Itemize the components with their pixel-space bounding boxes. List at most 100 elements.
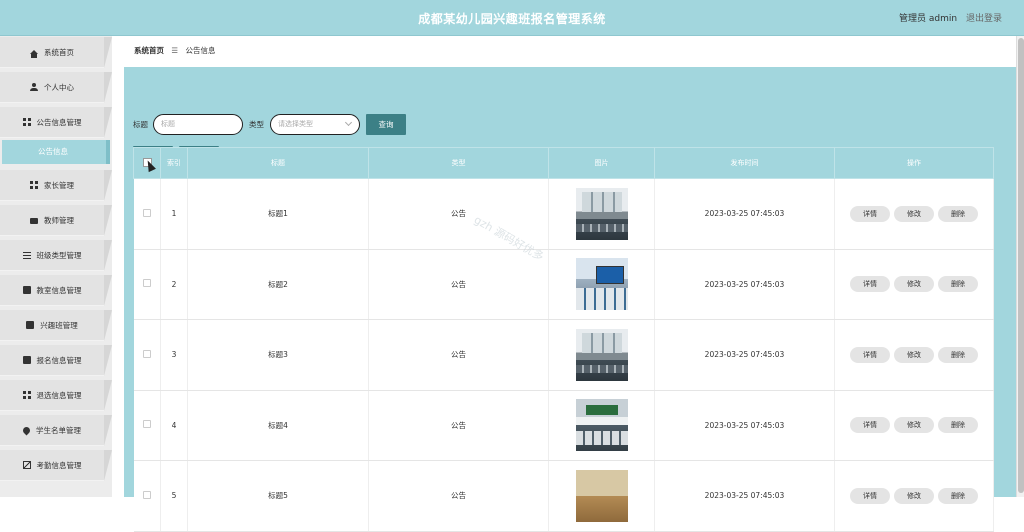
delete-button[interactable]: 删除 [938, 205, 978, 222]
row-checkbox[interactable] [142, 420, 151, 429]
home-icon [30, 50, 38, 58]
row-checkbox[interactable] [142, 279, 151, 288]
row-checkbox[interactable] [142, 208, 151, 217]
row-time: 2023-03-25 07:45:03 [654, 178, 835, 250]
sidebar-item-class-types[interactable]: 班级类型管理 [0, 240, 112, 271]
clipboard-icon [22, 286, 31, 294]
grid-icon [22, 118, 31, 126]
row-type: 公告 [368, 319, 549, 391]
sidebar-item-label: 报名信息管理 [36, 355, 82, 365]
table-row: 5 标题5 公告 2023-03-25 07:45:03 详情 修改 删除 [133, 460, 994, 532]
detail-button[interactable]: 详情 [850, 205, 890, 222]
column-header[interactable]: 发布时间 [654, 147, 835, 179]
row-time: 2023-03-25 07:45:03 [654, 390, 835, 461]
delete-button[interactable]: 删除 [938, 487, 978, 504]
row-index: 3 [160, 319, 188, 391]
title-filter-label: 标题 [133, 120, 148, 129]
sidebar-item-notice-management[interactable]: 公告信息管理 [0, 107, 112, 138]
row-index: 4 [160, 390, 188, 461]
row-time: 2023-03-25 07:45:03 [654, 249, 835, 320]
table-row: 1 标题1 公告 2023-03-25 07:45:03 详情 修改 删除 [133, 178, 994, 250]
sidebar-item-label: 退选信息管理 [36, 390, 82, 400]
row-photo[interactable] [575, 258, 628, 311]
delete-button[interactable]: 删除 [938, 276, 978, 293]
grid-icon [30, 181, 38, 189]
chevron-down-icon [344, 118, 353, 127]
row-title: 标题4 [187, 390, 369, 461]
detail-button[interactable]: 详情 [850, 487, 890, 504]
sidebar-item-label: 教室信息管理 [36, 285, 82, 295]
edit-button[interactable]: 修改 [894, 487, 934, 504]
edit-button[interactable]: 修改 [894, 346, 934, 363]
clipboard-icon [26, 321, 35, 329]
row-photo[interactable] [575, 187, 628, 240]
sidebar-item-registrations[interactable]: 报名信息管理 [0, 345, 112, 376]
scrollbar-thumb[interactable] [1018, 38, 1024, 493]
breadcrumb-separator: ☰ [171, 46, 179, 55]
title-search-input[interactable]: 标题 [153, 114, 243, 135]
detail-button[interactable]: 详情 [850, 276, 890, 293]
sidebar-item-label: 系统首页 [44, 47, 74, 57]
sidebar-item-label: 班级类型管理 [36, 250, 82, 260]
breadcrumb-current: 公告信息 [185, 46, 216, 55]
sidebar-item-teachers[interactable]: 教师管理 [0, 205, 112, 236]
table-row: 3 标题3 公告 2023-03-25 07:45:03 详情 修改 删除 [133, 319, 994, 391]
clipboard-icon [22, 356, 31, 364]
sidebar-item-parents[interactable]: 家长管理 [0, 170, 112, 201]
sidebar-item-home[interactable]: 系统首页 [0, 37, 112, 68]
search-button[interactable]: 查询 [366, 114, 406, 135]
page-scrollbar[interactable] [1016, 36, 1024, 497]
sidebar-subitem-notice[interactable]: 公告信息 [2, 140, 110, 164]
breadcrumb: 系统首页 ☰ 公告信息 [134, 45, 216, 56]
sidebar-item-interest-classes[interactable]: 兴趣班管理 [0, 310, 112, 341]
edit-button[interactable]: 修改 [894, 276, 934, 293]
row-checkbox[interactable] [142, 490, 151, 499]
row-type: 公告 [368, 249, 549, 320]
sidebar-item-label: 考勤信息管理 [36, 460, 82, 470]
edit-button[interactable]: 修改 [894, 417, 934, 434]
user-icon [30, 83, 38, 91]
row-time: 2023-03-25 07:45:03 [654, 319, 835, 391]
sidebar-item-profile[interactable]: 个人中心 [0, 72, 112, 103]
logout-link[interactable]: 退出登录 [966, 14, 1002, 24]
sidebar-item-attendance[interactable]: 考勤信息管理 [0, 450, 112, 481]
detail-button[interactable]: 详情 [850, 417, 890, 434]
grid-icon [22, 391, 31, 399]
column-header[interactable]: 类型 [368, 147, 549, 179]
table-row: 4 标题4 公告 2023-03-25 07:45:03 详情 修改 删除 [133, 390, 994, 461]
briefcase-icon [30, 218, 38, 224]
delete-button[interactable]: 删除 [938, 417, 978, 434]
row-photo[interactable] [575, 469, 628, 522]
column-header[interactable]: 图片 [548, 147, 655, 179]
sidebar-item-label: 家长管理 [44, 180, 74, 190]
sidebar-item-label: 学生名单管理 [36, 425, 81, 435]
type-filter-label: 类型 [249, 120, 264, 129]
type-select[interactable]: 请选择类型 [270, 114, 360, 135]
sidebar-item-withdrawals[interactable]: 退选信息管理 [0, 380, 112, 411]
sidebar: 系统首页 个人中心 公告信息管理 公告信息 家长管理 教师管理 班级类型管理 教… [0, 36, 112, 497]
main-content: 系统首页 ☰ 公告信息 标题 标题 类型 请选择类型 查询 新增 删除 索引 标… [112, 36, 1016, 532]
breadcrumb-home[interactable]: 系统首页 [134, 46, 164, 55]
row-checkbox[interactable] [142, 349, 151, 358]
row-type: 公告 [368, 178, 549, 250]
app-title: 成都某幼儿园兴趣班报名管理系统 [418, 12, 606, 26]
sidebar-item-student-list[interactable]: 学生名单管理 [0, 415, 112, 446]
column-header: 操作 [834, 147, 994, 179]
row-type: 公告 [368, 390, 549, 461]
column-header[interactable]: 标题 [187, 147, 369, 179]
user-role: 管理员 [899, 14, 927, 24]
edit-button[interactable]: 修改 [894, 205, 934, 222]
top-bar: 成都某幼儿园兴趣班报名管理系统 管理员 admin 退出登录 [0, 0, 1024, 36]
column-header[interactable]: 索引 [160, 147, 188, 179]
delete-button[interactable]: 删除 [938, 346, 978, 363]
table-row: 2 标题2 公告 2023-03-25 07:45:03 详情 修改 删除 [133, 249, 994, 320]
row-index: 1 [160, 178, 188, 250]
sidebar-item-classrooms[interactable]: 教室信息管理 [0, 275, 112, 306]
detail-button[interactable]: 详情 [850, 346, 890, 363]
sidebar-item-label: 教师管理 [44, 215, 74, 225]
sidebar-item-label: 个人中心 [44, 82, 74, 92]
chart-icon [22, 461, 31, 469]
notice-table: 索引 标题 类型 图片 发布时间 操作 1 标题1 公告 2023-03-25 … [133, 147, 994, 532]
row-photo[interactable] [575, 328, 628, 381]
row-photo[interactable] [575, 399, 628, 452]
